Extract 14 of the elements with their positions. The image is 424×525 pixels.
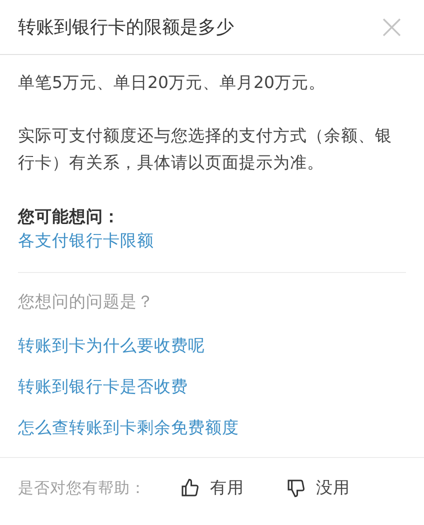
question-link[interactable]: 怎么查转账到卡剩余免费额度 (18, 415, 406, 441)
dialog-title: 转账到银行卡的限额是多少 (18, 16, 234, 39)
question-link[interactable]: 转账到银行卡是否收费 (18, 374, 406, 400)
thumbs-up-icon (180, 478, 200, 498)
not-helpful-button[interactable]: 没用 (286, 477, 350, 499)
section-heading: 您想问的问题是？ (18, 291, 155, 313)
feedback-label: 是否对您有帮助： (18, 478, 146, 498)
answer-text: 实际可支付额度还与您选择的支付方式（余额、银行卡）有关系，具体请以页面提示为准。 (18, 125, 393, 174)
section-heading: 您可能想问： (18, 206, 121, 228)
question-link[interactable]: 转账到卡为什么要收费呢 (18, 333, 406, 359)
helpful-button[interactable]: 有用 (180, 477, 244, 499)
suggestion-link[interactable]: 各支付银行卡限额 (18, 228, 406, 254)
answer-text: 单笔5万元、单日20万元、单月20万元。 (18, 72, 326, 94)
thumbs-down-icon (286, 478, 306, 498)
